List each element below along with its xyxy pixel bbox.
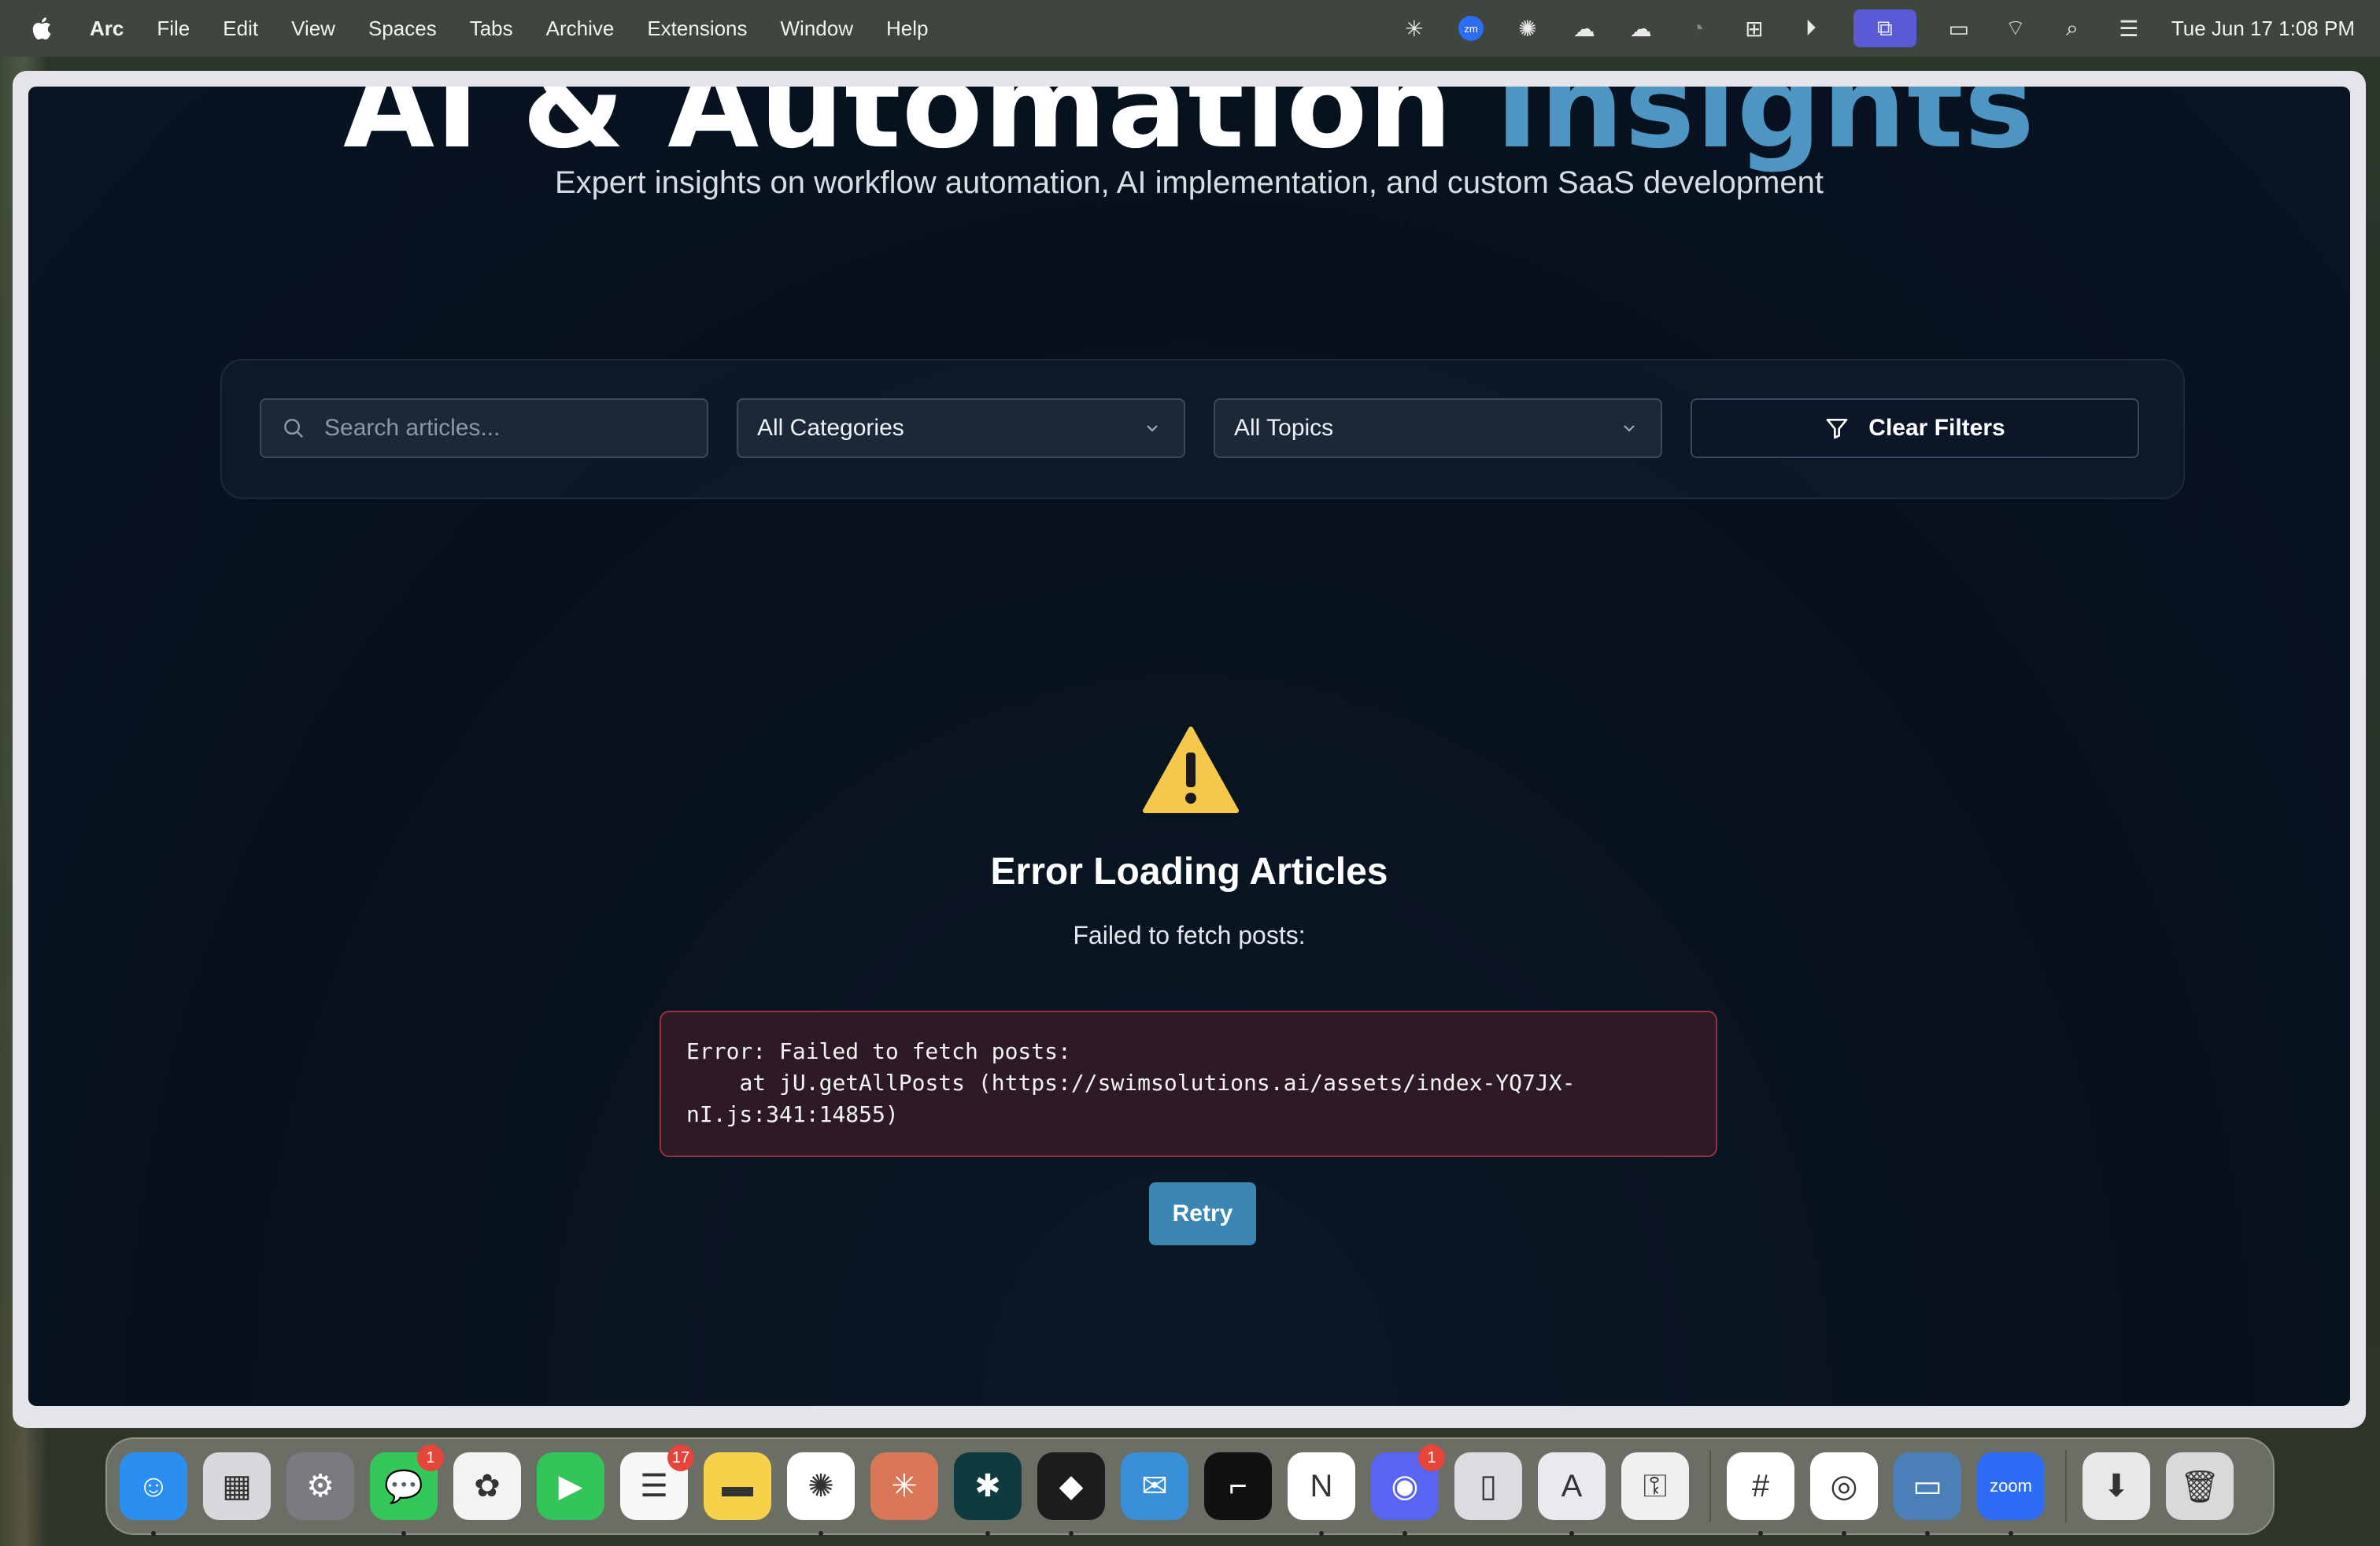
clear-filters-label: Clear Filters xyxy=(1868,415,2005,441)
dock-facetime-icon[interactable]: ▶ xyxy=(537,1452,604,1520)
filter-icon xyxy=(1826,419,1848,439)
topic-select[interactable]: All Topics xyxy=(1214,398,1662,458)
running-indicator xyxy=(401,1531,406,1536)
notification-badge: 1 xyxy=(1418,1444,1445,1471)
error-details: Error: Failed to fetch posts: at jU.getA… xyxy=(660,1011,1717,1157)
notification-badge: 17 xyxy=(667,1444,694,1471)
page-title-accent: Insights xyxy=(1495,87,2035,175)
wifi-icon[interactable]: ⌔ xyxy=(2001,14,2030,43)
menu-extensions[interactable]: Extensions xyxy=(647,17,747,41)
page-subtitle: Expert insights on workflow automation, … xyxy=(555,165,1824,200)
running-indicator xyxy=(1842,1531,1846,1536)
menu-spaces[interactable]: Spaces xyxy=(368,17,437,41)
dock-replit-icon[interactable]: ◆ xyxy=(1037,1452,1105,1536)
category-value: All Categories xyxy=(757,415,904,441)
dock-chrome-icon[interactable]: ◎ xyxy=(1810,1452,1878,1536)
category-select[interactable]: All Categories xyxy=(737,398,1185,458)
menu-help[interactable]: Help xyxy=(886,17,928,41)
dock-downloads-stack-icon[interactable]: ⬇ xyxy=(2082,1452,2150,1520)
warning-icon xyxy=(1143,727,1239,813)
menu-tabs[interactable]: Tabs xyxy=(470,17,513,41)
running-indicator xyxy=(1925,1531,1930,1536)
running-indicator xyxy=(1069,1531,1074,1536)
dock-zoom-label: zoom xyxy=(1990,1476,2032,1496)
loader-icon[interactable]: ◔ xyxy=(1683,14,1712,43)
search-icon xyxy=(284,419,304,438)
error-message: Failed to fetch posts: xyxy=(1073,921,1306,949)
dock-arc-like-app-icon[interactable]: A xyxy=(1538,1452,1606,1536)
dock: ☺ ▦ ⚙ 💬 1 ✿ ▶ ☰ 17 ▬ ✺ ✳ ✱ ◆ ✉ ⌐ N ◉ 1 ▯ A ⚿ # ◎ ▭ zoom ⬇ 🗑 xyxy=(105,1437,2275,1536)
dock-linear-capture-icon[interactable]: ⌐ xyxy=(1204,1452,1272,1520)
dock-notes-icon[interactable]: ▬ xyxy=(704,1452,771,1520)
chevron-down-icon xyxy=(1147,425,1158,432)
retry-button[interactable]: Retry xyxy=(1149,1182,1256,1245)
running-indicator xyxy=(1402,1531,1407,1536)
notification-badge: 1 xyxy=(417,1444,444,1471)
running-indicator xyxy=(151,1531,156,1536)
menu-clock[interactable]: Tue Jun 17 1:08 PM xyxy=(2171,17,2355,41)
filter-panel: Search articles... All Categories All To… xyxy=(220,359,2185,499)
dock-zoom-icon[interactable]: zoom xyxy=(1977,1452,2045,1536)
menu-bar: Arc File Edit View Spaces Tabs Archive E… xyxy=(0,0,2380,57)
chatgpt-icon[interactable]: ✺ xyxy=(1513,14,1542,43)
dock-claude-icon[interactable]: ✳ xyxy=(870,1452,938,1520)
dock-airmail-icon[interactable]: ✉ xyxy=(1121,1452,1188,1520)
chevron-down-icon xyxy=(1624,425,1635,432)
dock-system-settings-icon[interactable]: ⚙ xyxy=(286,1452,354,1520)
page-title-main: AI & Automation xyxy=(343,87,1495,175)
svg-text:zm: zm xyxy=(1464,23,1477,35)
screen-mirror-icon[interactable]: ⧉ xyxy=(1853,9,1916,47)
zoom-status-icon[interactable]: zm xyxy=(1457,14,1485,43)
menu-view[interactable]: View xyxy=(291,17,335,41)
dock-iphone-mirroring-icon[interactable]: ▯ xyxy=(1454,1452,1522,1520)
dock-trash-icon[interactable]: 🗑 xyxy=(2166,1452,2234,1520)
dock-finder-icon[interactable]: ☺ xyxy=(120,1452,187,1536)
running-indicator xyxy=(1758,1531,1763,1536)
play-icon[interactable]: ⏵ xyxy=(1797,14,1825,43)
page-title: AI & Automation Insights xyxy=(28,87,2350,175)
spotlight-icon[interactable]: ⌕ xyxy=(2058,14,2086,43)
clear-filters-button[interactable]: Clear Filters xyxy=(1691,398,2139,458)
search-placeholder: Search articles... xyxy=(324,415,501,441)
dock-passwords-icon[interactable]: ⚿ xyxy=(1621,1452,1689,1520)
menu-window[interactable]: Window xyxy=(781,17,853,41)
browser-window: AI & Automation Insights Expert insights… xyxy=(13,71,2366,1428)
menu-edit[interactable]: Edit xyxy=(223,17,258,41)
search-input[interactable]: Search articles... xyxy=(260,398,708,458)
control-center-icon[interactable]: ☰ xyxy=(2115,14,2143,43)
running-indicator xyxy=(1569,1531,1574,1536)
error-title: Error Loading Articles xyxy=(990,851,1388,893)
grid-icon[interactable]: ⊞ xyxy=(1740,14,1768,43)
dock-screen-sharing-icon[interactable]: ▭ xyxy=(1894,1452,1961,1536)
battery-icon[interactable]: ▭ xyxy=(1945,14,1973,43)
topic-value: All Topics xyxy=(1234,415,1334,441)
perplexity-icon[interactable]: ✳ xyxy=(1400,14,1428,43)
running-indicator xyxy=(1319,1531,1324,1536)
dock-chatgpt-icon[interactable]: ✺ xyxy=(787,1452,855,1536)
dock-perplexity-icon[interactable]: ✱ xyxy=(954,1452,1022,1536)
menu-app-name[interactable]: Arc xyxy=(90,17,124,41)
cloud-check-icon[interactable]: ☁ xyxy=(1627,14,1655,43)
dock-photos-icon[interactable]: ✿ xyxy=(453,1452,521,1520)
menu-archive[interactable]: Archive xyxy=(546,17,615,41)
running-indicator xyxy=(819,1531,823,1536)
dock-reminders-icon[interactable]: ☰ 17 xyxy=(620,1444,694,1520)
running-indicator xyxy=(2009,1531,2013,1536)
dock-launchpad-icon[interactable]: ▦ xyxy=(203,1452,271,1520)
running-indicator xyxy=(985,1531,990,1536)
dock-notion-icon[interactable]: N xyxy=(1288,1452,1355,1536)
dock-slack-icon[interactable]: # xyxy=(1727,1452,1794,1536)
dock-separator xyxy=(2065,1450,2067,1522)
web-page: AI & Automation Insights Expert insights… xyxy=(28,87,2350,1406)
menu-file[interactable]: File xyxy=(157,17,190,41)
dock-messages-icon[interactable]: 💬 1 xyxy=(370,1444,444,1536)
dock-separator xyxy=(1709,1450,1711,1522)
dock-discord-icon[interactable]: ◉ 1 xyxy=(1371,1444,1445,1536)
apple-menu-icon[interactable] xyxy=(30,15,52,42)
icloud-icon[interactable]: ☁ xyxy=(1570,14,1598,43)
